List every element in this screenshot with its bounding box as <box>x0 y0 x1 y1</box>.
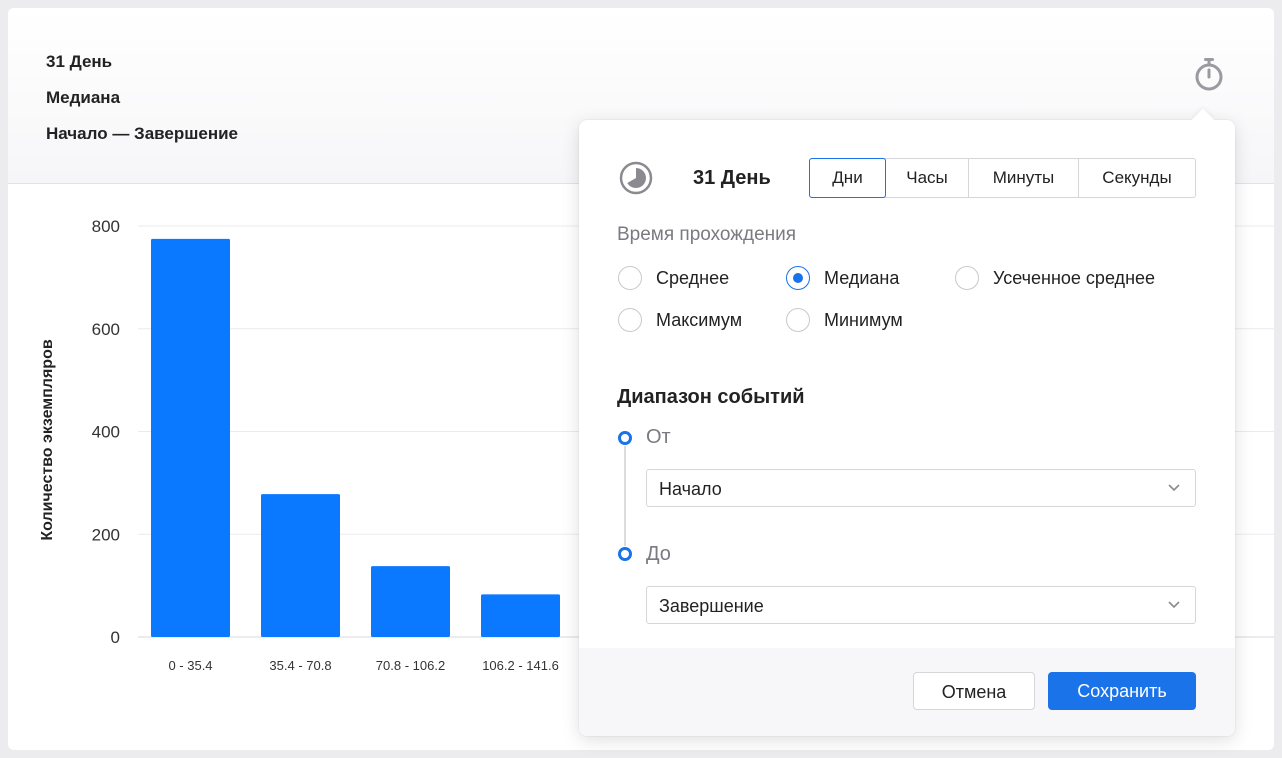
popover-title: 31 День <box>693 167 771 189</box>
from-label: От <box>646 426 671 448</box>
unit-hours[interactable]: Часы <box>885 159 968 197</box>
radio-circle <box>618 308 642 332</box>
from-select-value: Начало <box>659 479 722 499</box>
to-label: До <box>646 543 671 565</box>
chevron-down-icon <box>1168 601 1180 609</box>
radio-median[interactable]: Медиана <box>786 266 899 290</box>
bar[interactable] <box>481 594 560 637</box>
radio-label: Максимум <box>656 309 743 330</box>
radio-circle <box>786 308 810 332</box>
radio-minimum[interactable]: Минимум <box>786 308 903 332</box>
radio-label: Усеченное среднее <box>993 267 1156 288</box>
to-select-value: Завершение <box>659 596 764 616</box>
radio-label: Медиана <box>824 267 900 288</box>
unit-segmented-control: Дни Часы Минуты Секунды <box>809 158 1196 198</box>
y-tick-label: 800 <box>92 217 120 236</box>
from-step-dot <box>618 431 632 445</box>
x-tick-label: 106.2 - 141.6 <box>482 658 559 673</box>
y-axis-label: Количество экземпляров <box>39 339 56 541</box>
x-tick-label: 35.4 - 70.8 <box>269 658 331 673</box>
from-select[interactable]: Начало <box>646 469 1196 507</box>
y-tick-label: 200 <box>92 525 120 544</box>
cancel-button[interactable]: Отмена <box>913 672 1035 710</box>
radio-trimmed-mean[interactable]: Усеченное среднее <box>955 266 1155 290</box>
unit-days[interactable]: Дни <box>809 158 886 198</box>
unit-seconds[interactable]: Секунды <box>1078 159 1195 197</box>
radio-circle <box>955 266 979 290</box>
popover-footer: Отмена Сохранить <box>579 648 1235 736</box>
range-connector <box>624 446 626 546</box>
clock-pie-icon <box>619 161 653 195</box>
radio-maximum[interactable]: Максимум <box>618 308 742 332</box>
radio-label: Минимум <box>824 309 903 330</box>
radio-circle <box>786 266 810 290</box>
bar[interactable] <box>371 566 450 637</box>
y-tick-label: 0 <box>111 628 120 647</box>
radio-label: Среднее <box>656 267 730 288</box>
y-tick-label: 400 <box>92 423 120 442</box>
settings-popover: 31 День Дни Часы Минуты Секунды Время пр… <box>579 108 1235 736</box>
bar[interactable] <box>261 494 340 637</box>
radio-circle <box>618 266 642 290</box>
radio-average[interactable]: Среднее <box>618 266 729 290</box>
chevron-down-icon <box>1168 484 1180 492</box>
to-select[interactable]: Завершение <box>646 586 1196 624</box>
to-step-dot <box>618 547 632 561</box>
save-button[interactable]: Сохранить <box>1048 672 1196 710</box>
bar[interactable] <box>151 238 230 637</box>
unit-minutes[interactable]: Минуты <box>968 159 1078 197</box>
x-tick-label: 0 - 35.4 <box>168 658 212 673</box>
range-title: Диапазон событий <box>617 386 805 408</box>
time-label: Время прохождения <box>617 224 797 245</box>
x-tick-label: 70.8 - 106.2 <box>376 658 445 673</box>
y-tick-label: 600 <box>92 320 120 339</box>
